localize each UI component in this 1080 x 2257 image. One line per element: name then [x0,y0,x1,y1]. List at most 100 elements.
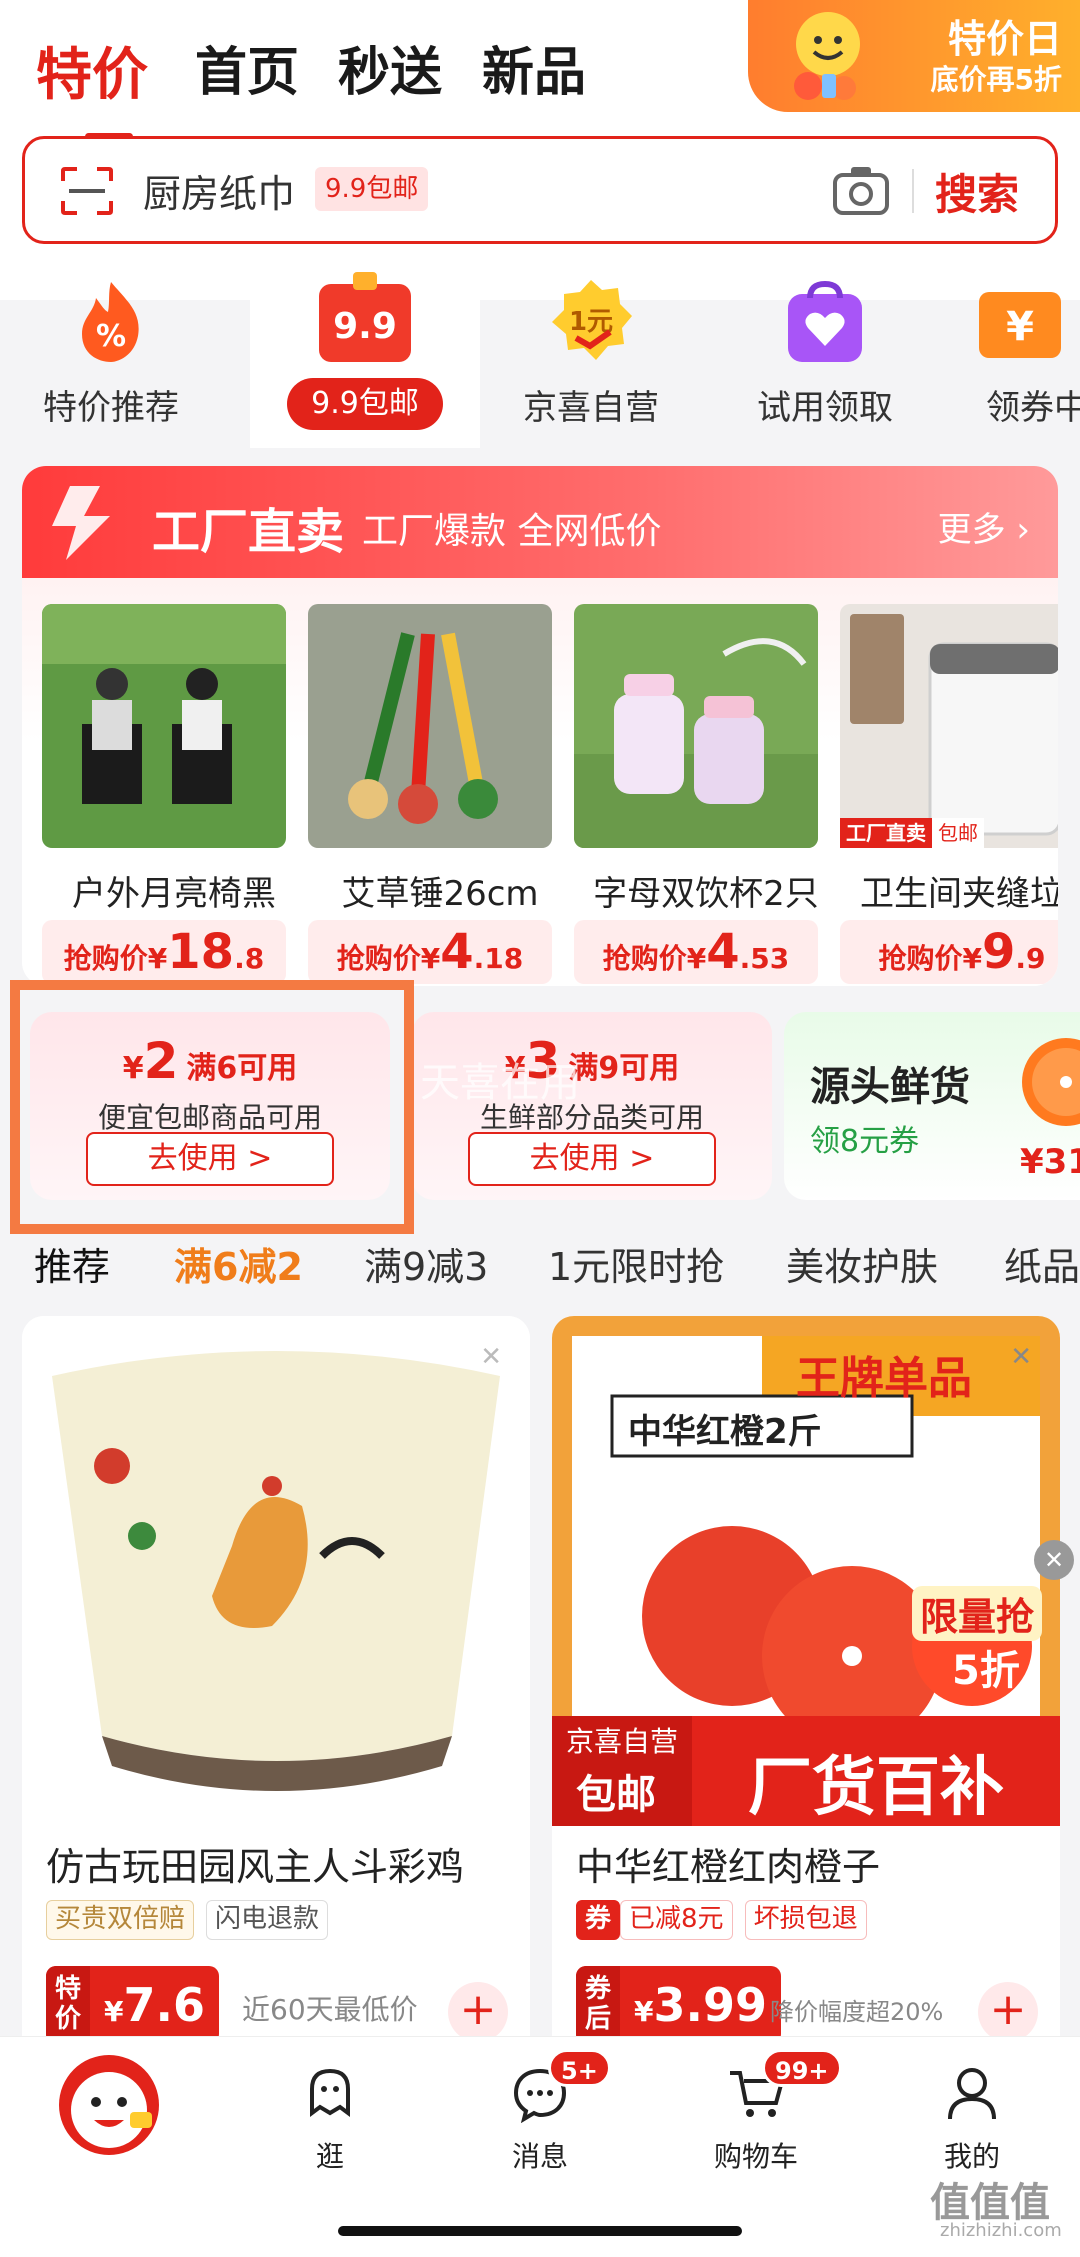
factory-direct-section: 工厂直卖 工厂爆款 全网低价 更多 › 户外月亮椅黑 抢购价¥18.8 艾草锤2… [22,466,1058,986]
price-currency: ¥ [962,942,982,975]
tab-tejia[interactable]: 特价 [36,30,148,111]
product-price: 抢购价¥4.53 [574,920,818,984]
add-to-cart-button[interactable]: + [448,1982,508,2042]
cart-count-badge: 99+ [762,2049,842,2087]
factory-more-link[interactable]: 更多 › [938,502,1030,551]
price-label: 抢购价 [878,942,963,975]
price-currency: ¥ [686,942,707,975]
filter-tab-9-minus-3[interactable]: 满9减3 [364,1236,488,1291]
fire-percent-icon: % [82,282,139,362]
close-icon[interactable]: ✕ [480,1342,502,1372]
filter-tab-flash-sale[interactable]: 1元限时抢 [548,1236,724,1291]
price-label: 抢购价 [602,942,687,975]
search-button[interactable]: 搜索 [935,161,1019,222]
filter-tab-paper[interactable]: 纸品 [1004,1236,1080,1291]
use-coupon-button[interactable]: 去使用 > [468,1132,716,1186]
product-card[interactable]: ✕ 仿古玩田园风主人斗彩鸡 买贵双倍赔 闪电退款 特价 ¥7.6 近60天最低价… [22,1316,530,2066]
scan-icon[interactable] [59,165,115,217]
fresh-price: ¥31. [1020,1142,1080,1182]
free-shipping-badge: 包邮 [576,1772,656,1818]
product-name: 字母双饮杯2只 [593,874,819,914]
use-coupon-button[interactable]: 去使用 > [86,1132,334,1186]
category-label: 特价推荐 [43,388,179,428]
nav-item-cart[interactable]: 99+ 购物车 [686,2049,842,2195]
product-price: 抢购价¥4.18 [308,920,552,984]
product-image-rooster-bowl [22,1316,530,1826]
tag-damage-return: 坏损包退 [744,1900,867,1940]
nav-item-guang[interactable]: 逛 [260,2055,400,2195]
price-decimal: .53 [739,942,790,975]
camera-icon[interactable] [831,163,891,219]
limited-offer-label: 限量抢 [912,1586,1043,1641]
category-9-9-baoyou[interactable]: 9.9 9.9包邮 [260,268,470,448]
coupon-amount: ¥2 满6可用 [30,1032,390,1090]
product-image-moon-chair [42,604,286,848]
category-label: 9.9包邮 [287,378,443,430]
filter-tab-recommend[interactable]: 推荐 [34,1236,110,1291]
orange-image [1022,1038,1080,1126]
price-integer: 4 [706,924,740,980]
price-currency: ¥ [104,1995,124,2028]
image-slogan: 厂货百补 [748,1751,1004,1825]
filter-tab-6-minus-2[interactable]: 满6减2 [174,1236,303,1291]
fresh-coupon-text: 领8元券 [810,1124,920,1159]
ghost-icon [310,2068,350,2117]
gold-coin-1yuan-icon: 1元 [552,280,632,360]
factory-title: 工厂直卖 [152,504,345,560]
factory-product[interactable]: 户外月亮椅黑 抢购价¥18.8 [42,604,286,984]
price-note: 降价幅度超20% [770,1998,944,2026]
close-icon[interactable]: ✕ [1010,1342,1032,1372]
tab-miaosong[interactable]: 秒送 [338,30,442,105]
smiley-cart-icon [794,12,860,100]
tab-new[interactable]: 新品 [482,30,586,105]
nav-label: 我的 [943,2140,1000,2173]
category-shiyong-lingqu[interactable]: 试用领取 [720,268,930,448]
product-card[interactable]: 王牌单品 中华红橙2斤 限量抢 5折 京喜自营 包邮 厂货百补 ✕ 中华红橙红肉… [552,1316,1060,2066]
factory-product[interactable]: 艾草锤26cm 抢购价¥4.18 [308,604,552,984]
tab-home[interactable]: 首页 [195,30,299,105]
coupon-description: 便宜包邮商品可用 [97,1101,322,1134]
category-lingquan[interactable]: ¥ 领券中 [960,268,1080,448]
category-label: 试用领取 [757,388,893,428]
nav-label: 购物车 [713,2140,798,2173]
price-integer: 18 [167,924,235,980]
price-currency: ¥ [147,942,168,975]
fresh-title: 源头鲜货 [810,1064,970,1110]
search-bar[interactable]: 厨房纸巾 9.9包邮 搜索 [22,136,1058,244]
factory-header[interactable]: 工厂直卖 工厂爆款 全网低价 更多 › [22,466,1058,578]
promo-banner[interactable]: 特价日 底价再5折 [748,0,1080,112]
message-count-badge: 5+ [548,2049,611,2087]
price-decimal: .18 [473,942,524,975]
floating-close-icon[interactable]: ✕ [1034,1540,1074,1580]
coupon-yen-icon: ¥ [979,292,1061,358]
factory-product[interactable]: 字母双饮杯2只 抢购价¥4.53 [574,604,819,984]
search-divider [912,169,914,213]
category-tejia-tuijian[interactable]: % 特价推荐 [6,268,216,448]
image-subtitle-text: 中华红橙2斤 [628,1412,822,1452]
product-badges: 工厂直卖 包邮 [840,818,984,848]
add-to-cart-button[interactable]: + [978,1982,1038,2042]
product-image-mugwort-hammer [308,604,552,848]
fresh-goods-card[interactable]: 源头鲜货 领8元券 ¥31. [784,1012,1080,1200]
self-operated-badge: 京喜自营 [566,1725,679,1758]
product-tags: 买贵双倍赔 闪电退款 [46,1900,329,1940]
nav-item-messages[interactable]: 5+ 消息 [470,2049,611,2195]
price-integer: 9 [981,924,1016,980]
mascot-icon[interactable] [54,2050,164,2160]
product-name: 卫生间夹缝垃 [860,874,1058,914]
gift-box-text: 9.9 [333,306,397,347]
person-icon [948,2068,996,2120]
category-label: 领券中 [986,388,1080,428]
price-label: 抢购价 [336,942,421,975]
promo-subtitle: 底价再5折 [930,63,1062,96]
factory-products: 户外月亮椅黑 抢购价¥18.8 艾草锤26cm 抢购价¥4.18 字母双饮杯2只… [22,578,1058,986]
filter-tab-beauty[interactable]: 美妆护肤 [786,1236,938,1291]
coupon-card[interactable]: ¥2 满6可用 便宜包邮商品可用 去使用 > [30,1012,390,1200]
category-jingxi-ziying[interactable]: 1元 京喜自营 [486,268,696,448]
search-input[interactable]: 厨房纸巾 [143,163,295,218]
factory-product[interactable]: 工厂直卖 包邮 卫生间夹缝垃 抢购价¥9.9 [840,604,1058,984]
tag-price-guarantee: 买贵双倍赔 [46,1900,195,1940]
coupon-condition: 满9可用 [568,1051,680,1086]
product-price-box: 券后 ¥3.99 [576,1966,781,2044]
factory-subtitle: 工厂爆款 全网低价 [362,511,662,552]
